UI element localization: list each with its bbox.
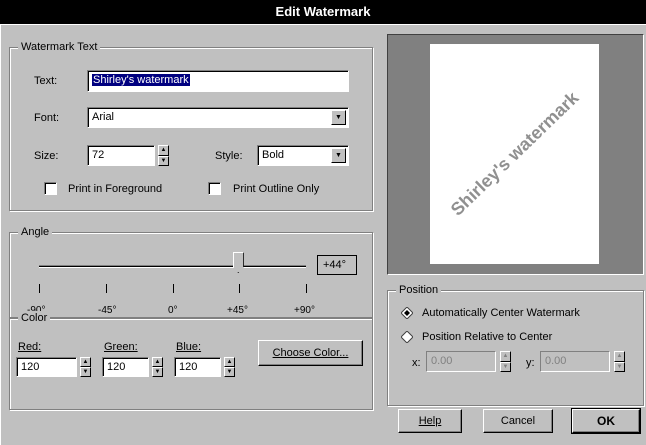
angle-tick-label: +45° [227, 305, 248, 316]
size-spinner[interactable]: ▲ ▼ [158, 145, 169, 166]
cancel-button-label: Cancel [500, 415, 536, 427]
x-input[interactable]: 0.00 [426, 351, 496, 372]
red-down-arrow-icon[interactable]: ▼ [80, 367, 91, 377]
print-foreground-label[interactable]: Print in Foreground [68, 183, 162, 195]
title-bar: Edit Watermark [0, 0, 646, 24]
x-label: x: [412, 357, 421, 369]
style-dropdown-arrow-icon[interactable]: ▼ [331, 148, 346, 163]
size-input-value: 72 [92, 149, 105, 161]
size-down-arrow-icon[interactable]: ▼ [158, 155, 169, 166]
size-label: Size: [34, 150, 59, 162]
size-input[interactable]: 72 [87, 145, 155, 166]
position-group-label: Position [396, 283, 442, 297]
angle-tick [173, 284, 174, 293]
text-input[interactable]: Shirley's watermark [87, 70, 349, 92]
ok-button[interactable]: OK [571, 408, 641, 434]
blue-up-arrow-icon[interactable]: ▲ [224, 357, 235, 367]
x-input-value: 0.00 [431, 355, 453, 367]
green-input[interactable]: 120 [102, 357, 149, 377]
text-input-value: Shirley's watermark [92, 74, 190, 86]
red-label: Red: [18, 341, 42, 353]
green-spinner[interactable]: ▲ ▼ [152, 357, 163, 377]
style-select[interactable]: Bold ▼ [257, 145, 349, 166]
style-label: Style: [215, 150, 243, 162]
y-label: y: [526, 357, 535, 369]
edit-watermark-dialog: Watermark Text Text: Shirley's watermark… [0, 24, 646, 445]
text-label: Text: [34, 75, 58, 87]
red-input[interactable]: 120 [16, 357, 77, 377]
blue-spinner[interactable]: ▲ ▼ [224, 357, 235, 377]
font-dropdown-arrow-icon[interactable]: ▼ [331, 110, 346, 125]
angle-tick-label: -45° [98, 305, 117, 316]
choose-color-button-label: Choose Color... [272, 347, 349, 359]
font-select[interactable]: Arial ▼ [87, 107, 349, 128]
help-button-label: Help [418, 415, 442, 427]
blue-input-value: 120 [179, 361, 198, 373]
window-title: Edit Watermark [275, 4, 371, 19]
blue-down-arrow-icon[interactable]: ▼ [224, 367, 235, 377]
blue-label: Blue: [176, 341, 202, 353]
red-input-value: 120 [21, 361, 40, 373]
green-input-value: 120 [107, 361, 126, 373]
blue-input[interactable]: 120 [174, 357, 221, 377]
choose-color-button[interactable]: Choose Color... [258, 340, 363, 366]
red-up-arrow-icon[interactable]: ▲ [80, 357, 91, 367]
angle-tick [106, 284, 107, 293]
font-label: Font: [34, 112, 60, 124]
relative-position-label[interactable]: Position Relative to Center [422, 331, 552, 343]
green-label: Green: [104, 341, 138, 353]
x-down-arrow-icon[interactable]: ▼ [500, 361, 511, 372]
angle-tick [239, 284, 240, 293]
y-up-arrow-icon[interactable]: ▲ [614, 351, 625, 362]
green-down-arrow-icon[interactable]: ▼ [152, 367, 163, 377]
help-button[interactable]: Help [398, 409, 462, 433]
angle-tick-label: 0° [168, 305, 178, 316]
auto-center-label[interactable]: Automatically Center Watermark [422, 307, 580, 319]
angle-group: Angle [9, 225, 373, 318]
watermark-text-group-label: Watermark Text [18, 40, 101, 54]
auto-center-radio[interactable] [401, 307, 413, 319]
print-outline-label[interactable]: Print Outline Only [233, 183, 319, 195]
ok-button-label: OK [597, 414, 615, 428]
angle-tick-label: +90° [294, 305, 315, 316]
print-foreground-checkbox[interactable] [44, 182, 57, 195]
y-input[interactable]: 0.00 [540, 351, 610, 372]
cancel-button[interactable]: Cancel [483, 409, 553, 433]
style-select-value: Bold [262, 149, 285, 161]
x-spinner[interactable]: ▲ ▼ [500, 351, 511, 372]
angle-group-label: Angle [18, 225, 53, 239]
y-spinner[interactable]: ▲ ▼ [614, 351, 625, 372]
color-group-label: Color [18, 311, 51, 325]
font-select-value: Arial [92, 111, 115, 123]
relative-position-radio[interactable] [401, 331, 413, 343]
angle-tick [306, 284, 307, 293]
green-up-arrow-icon[interactable]: ▲ [152, 357, 163, 367]
y-input-value: 0.00 [545, 355, 567, 367]
angle-tick [39, 284, 40, 293]
print-outline-checkbox[interactable] [208, 182, 221, 195]
x-up-arrow-icon[interactable]: ▲ [500, 351, 511, 362]
angle-slider-track[interactable] [39, 265, 306, 268]
angle-value-text: +44° [323, 259, 347, 271]
preview-page: Shirley's watermark [430, 44, 599, 264]
preview-watermark-text: Shirley's watermark [446, 87, 583, 220]
watermark-preview: Shirley's watermark [387, 34, 644, 275]
red-spinner[interactable]: ▲ ▼ [80, 357, 91, 377]
size-up-arrow-icon[interactable]: ▲ [158, 145, 169, 156]
y-down-arrow-icon[interactable]: ▼ [614, 361, 625, 372]
angle-value-display: +44° [317, 255, 357, 275]
